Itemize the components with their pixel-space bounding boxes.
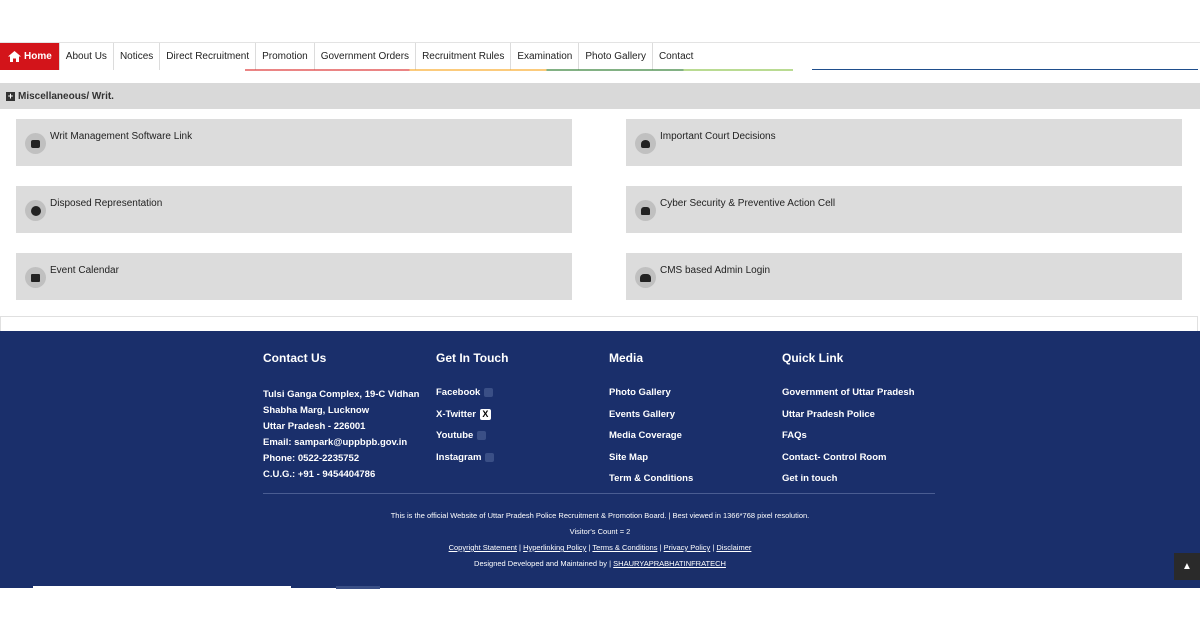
disclaimer-link[interactable]: Disclaimer <box>716 543 751 552</box>
link-label: X-Twitter <box>436 408 476 420</box>
contact-cug: C.U.G.: +91 - 9454404786 <box>263 469 376 480</box>
card-event-calendar[interactable]: Event Calendar <box>16 253 572 300</box>
contact-line: Shabha Marg, Lucknow <box>263 405 370 416</box>
hyperlinking-policy-link[interactable]: Hyperlinking Policy <box>523 543 586 552</box>
footer-rule <box>263 493 935 494</box>
section-header[interactable]: + Miscellaneous/ Writ. <box>0 83 1200 109</box>
scroll-to-top-button[interactable]: ▲ <box>1174 553 1200 580</box>
main-nav: Home About Us Notices Direct Recruitment… <box>0 42 1200 71</box>
youtube-link[interactable]: Youtube <box>436 425 586 447</box>
instagram-link[interactable]: Instagram <box>436 447 586 469</box>
nav-item-label: Home <box>24 51 52 62</box>
media-link-photo-gallery[interactable]: Photo Gallery <box>609 382 769 404</box>
footer-heading-touch: Get In Touch <box>436 351 509 365</box>
nav-item-notices[interactable]: Notices <box>114 43 161 70</box>
media-link-site-map[interactable]: Site Map <box>609 447 769 469</box>
media-link-terms[interactable]: Term & Conditions <box>609 468 769 490</box>
card-disposed-representation[interactable]: Disposed Representation <box>16 186 572 233</box>
footer-touch-column: Get In Touch Facebook X-Twitter X Youtub… <box>436 351 586 468</box>
quick-link-control-room[interactable]: Contact- Control Room <box>782 447 942 469</box>
facebook-icon <box>484 388 494 398</box>
card-writ-management[interactable]: Writ Management Software Link <box>16 119 572 166</box>
user-tie-icon <box>635 133 656 154</box>
footer-heading-contact: Contact Us <box>263 351 327 365</box>
link-label: Youtube <box>436 430 474 441</box>
briefcase-icon <box>25 133 46 154</box>
nav-underline <box>245 69 793 71</box>
media-link-media-coverage[interactable]: Media Coverage <box>609 425 769 447</box>
x-twitter-icon: X <box>479 408 491 420</box>
footer-contact-column: Contact Us Tulsi Ganga Complex, 19-C Vid… <box>263 351 423 483</box>
contact-phone: Phone: 0522-2235752 <box>263 453 360 464</box>
bottom-strip-accent <box>336 586 380 589</box>
site-footer: Contact Us Tulsi Ganga Complex, 19-C Vid… <box>0 331 1200 588</box>
footer-heading-quick: Quick Link <box>782 351 844 365</box>
nav-item-photo-gallery[interactable]: Photo Gallery <box>579 43 653 70</box>
nav-item-government-orders[interactable]: Government Orders <box>315 43 417 70</box>
card-label: Important Court Decisions <box>660 131 776 142</box>
nav-item-direct-recruitment[interactable]: Direct Recruitment <box>160 43 257 70</box>
nav-item-recruitment-rules[interactable]: Recruitment Rules <box>416 43 512 70</box>
designed-by: Designed Developed and Maintained by | S… <box>0 559 1200 568</box>
nav-item-promotion[interactable]: Promotion <box>256 43 315 70</box>
calendar-icon <box>25 267 46 288</box>
quick-link-get-in-touch[interactable]: Get in touch <box>782 468 942 490</box>
card-label: CMS based Admin Login <box>660 265 771 276</box>
expand-plus-icon[interactable]: + <box>6 91 15 101</box>
nav-item-examination[interactable]: Examination <box>511 43 580 70</box>
card-cms-admin-login[interactable]: CMS based Admin Login <box>626 253 1182 300</box>
terms-link[interactable]: Terms & Conditions <box>592 543 657 552</box>
designer-link[interactable]: SHAURYAPRABHATINFRATECH <box>613 559 726 568</box>
link-label: Instagram <box>436 451 482 463</box>
nav-item-about-us[interactable]: About Us <box>60 43 114 70</box>
twitter-link[interactable]: X-Twitter X <box>436 404 586 426</box>
user-secret-icon <box>635 200 656 221</box>
footer-official-text: This is the official Website of Uttar Pr… <box>390 511 810 520</box>
privacy-policy-link[interactable]: Privacy Policy <box>664 543 711 552</box>
card-label: Cyber Security & Preventive Action Cell <box>660 198 836 209</box>
card-court-decisions[interactable]: Important Court Decisions <box>626 119 1182 166</box>
media-link-events-gallery[interactable]: Events Gallery <box>609 404 769 426</box>
card-cyber-security[interactable]: Cyber Security & Preventive Action Cell <box>626 186 1182 233</box>
facebook-link[interactable]: Facebook <box>436 382 586 404</box>
youtube-icon <box>477 431 487 441</box>
instagram-icon <box>485 452 495 462</box>
designed-by-text: Designed Developed and Maintained by | <box>474 559 612 568</box>
policy-links: Copyright Statement | Hyperlinking Polic… <box>448 543 752 552</box>
gear-icon <box>25 200 46 221</box>
quick-link-govt-up[interactable]: Government of Uttar Pradesh <box>782 382 942 404</box>
user-lock-icon <box>635 267 656 288</box>
nav-item-contact[interactable]: Contact <box>653 43 699 70</box>
chevron-up-icon: ▲ <box>1182 561 1192 572</box>
nav-item-home[interactable]: Home <box>0 43 60 70</box>
card-label: Disposed Representation <box>50 198 163 209</box>
content-divider <box>0 316 1198 332</box>
visitor-count: Visitor's Count = 2 <box>569 527 631 536</box>
footer-quick-column: Quick Link Government of Uttar Pradesh U… <box>782 351 942 490</box>
footer-media-column: Media Photo Gallery Events Gallery Media… <box>609 351 769 490</box>
card-label: Writ Management Software Link <box>50 131 193 142</box>
contact-email: Email: sampark@uppbpb.gov.in <box>263 437 408 448</box>
section-title: Miscellaneous/ Writ. <box>18 90 114 102</box>
copyright-link[interactable]: Copyright Statement <box>449 543 517 552</box>
contact-line: Uttar Pradesh - 226001 <box>263 421 366 432</box>
bottom-strip <box>33 586 291 589</box>
nav-underline-blue <box>812 69 1198 70</box>
contact-line: Tulsi Ganga Complex, 19-C Vidhan <box>263 389 420 400</box>
quick-link-faqs[interactable]: FAQs <box>782 425 942 447</box>
link-label: Facebook <box>436 387 481 398</box>
card-label: Event Calendar <box>50 265 119 276</box>
footer-heading-media: Media <box>609 351 644 365</box>
quick-link-up-police[interactable]: Uttar Pradesh Police <box>782 404 942 426</box>
home-icon <box>8 51 21 62</box>
